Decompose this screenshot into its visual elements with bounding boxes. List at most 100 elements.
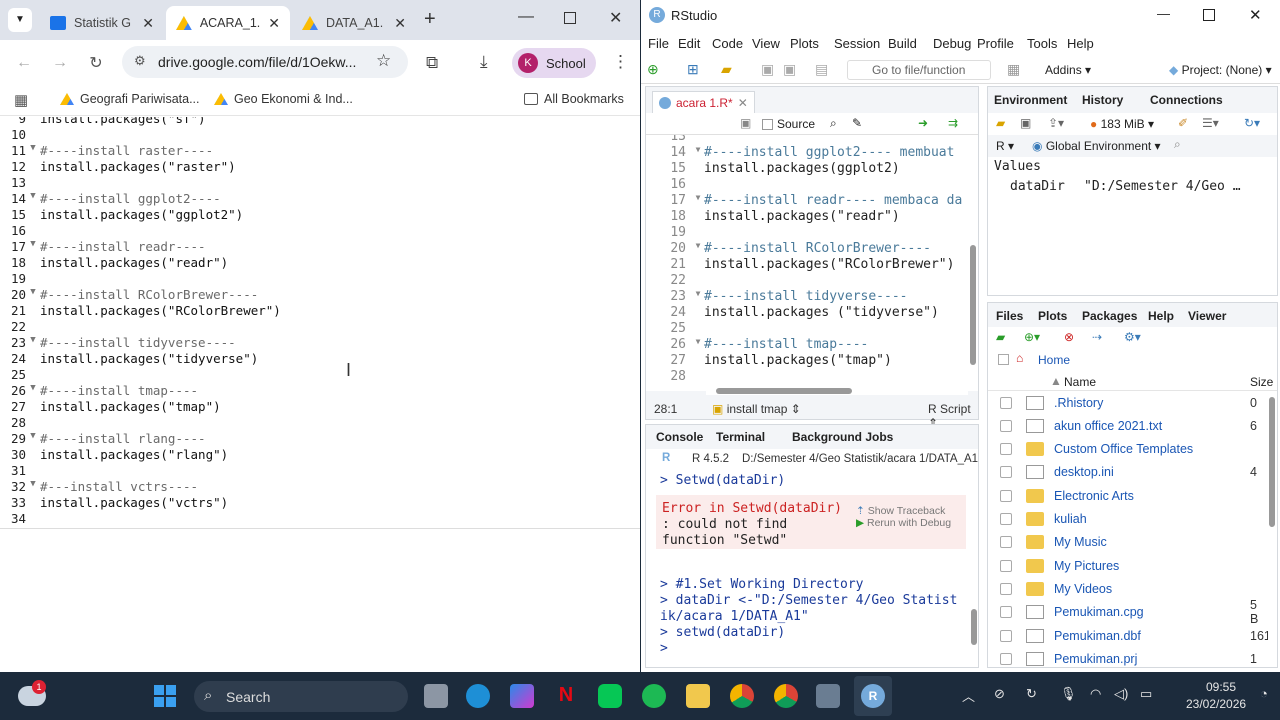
file-name[interactable]: My Music: [1054, 535, 1107, 549]
file-row[interactable]: Pemukiman.cpg 5 B: [988, 598, 1268, 626]
all-bookmarks[interactable]: All Bookmarks: [524, 92, 624, 106]
editor-line[interactable]: 14 ▼ #----install ggplot2---- membuat: [646, 145, 954, 161]
start-icon[interactable]: [154, 685, 176, 707]
editor-line[interactable]: 22: [646, 273, 704, 289]
site-info-icon[interactable]: ⚙: [134, 53, 146, 69]
editor-line[interactable]: 24 install.packages ("tidyverse"): [646, 305, 938, 321]
fold-icon[interactable]: [692, 257, 704, 273]
file-name[interactable]: desktop.ini: [1054, 465, 1114, 479]
spotify-icon[interactable]: [642, 684, 666, 708]
scroll-thumb[interactable]: [1269, 397, 1275, 527]
file-name[interactable]: Pemukiman.cpg: [1054, 605, 1144, 619]
file-name[interactable]: Custom Office Templates: [1054, 442, 1193, 456]
file-name[interactable]: Pemukiman.dbf: [1054, 629, 1141, 643]
file-checkbox[interactable]: [1000, 466, 1012, 479]
fold-icon[interactable]: ▼: [692, 241, 704, 257]
file-checkbox[interactable]: [1000, 489, 1012, 502]
menu-tools[interactable]: Tools: [1027, 36, 1057, 51]
file-name[interactable]: Pemukiman.prj: [1054, 652, 1137, 666]
line-icon[interactable]: [598, 684, 622, 708]
microphone-icon[interactable]: 🎙: [1060, 686, 1077, 702]
addins-menu[interactable]: Addins ▾: [1045, 63, 1091, 77]
editor-line[interactable]: 20 ▼ #----install RColorBrewer----: [646, 241, 931, 257]
tab-viewer[interactable]: Viewer: [1188, 309, 1240, 323]
forward-icon[interactable]: →: [48, 54, 72, 72]
tab-environment[interactable]: Environment: [994, 93, 1067, 107]
gear-icon[interactable]: ⚙▾: [1124, 330, 1141, 344]
scroll-thumb[interactable]: [971, 609, 977, 645]
save-all-icon[interactable]: ▣: [783, 61, 796, 78]
fold-icon[interactable]: [692, 305, 704, 321]
rename-icon[interactable]: ⇢: [1092, 330, 1102, 344]
file-row[interactable]: Custom Office Templates: [988, 438, 1268, 461]
new-project-icon[interactable]: ⊞: [687, 61, 699, 78]
folder-icon[interactable]: [686, 684, 710, 708]
broom-icon[interactable]: ✐: [1178, 116, 1188, 130]
file-checkbox[interactable]: [1000, 396, 1012, 409]
network-off-icon[interactable]: ⊘: [994, 686, 1005, 702]
file-name[interactable]: .Rhistory: [1054, 396, 1103, 410]
back-icon[interactable]: ←: [12, 54, 36, 72]
file-name[interactable]: akun office 2021.txt: [1054, 419, 1162, 433]
print-icon[interactable]: ▤: [815, 61, 828, 78]
tab-connections[interactable]: Connections: [1150, 93, 1223, 107]
close-icon[interactable]: ✕: [394, 15, 406, 32]
grid-layout-icon[interactable]: ▦: [1007, 61, 1020, 78]
close-icon[interactable]: ✕: [738, 96, 748, 110]
file-checkbox[interactable]: [1000, 559, 1012, 572]
rstudio-icon[interactable]: R: [861, 684, 885, 708]
chrome-icon[interactable]: [730, 684, 754, 708]
editor-line[interactable]: 28: [646, 369, 704, 385]
menu-code[interactable]: Code: [712, 36, 743, 51]
file-row[interactable]: My Pictures: [988, 554, 1268, 577]
apps-icon[interactable]: ▦: [14, 91, 28, 109]
load-icon[interactable]: ▰: [996, 116, 1005, 130]
col-name[interactable]: Name: [1064, 375, 1096, 389]
menu-build[interactable]: Build: [888, 36, 917, 51]
refresh-icon[interactable]: ↻▾: [1244, 116, 1260, 130]
address-bar[interactable]: ⚙ drive.google.com/file/d/1Oekw... ☆: [122, 46, 408, 78]
fold-icon[interactable]: [692, 273, 704, 289]
file-checkbox[interactable]: [1000, 629, 1012, 642]
tab-search-button[interactable]: ▼: [8, 8, 32, 32]
console-prompt[interactable]: >: [660, 641, 676, 656]
fold-icon[interactable]: [692, 177, 704, 193]
file-checkbox[interactable]: [1000, 606, 1012, 619]
language-select[interactable]: R ▾: [996, 139, 1014, 153]
search-icon[interactable]: ⌕: [1174, 137, 1181, 152]
var-value[interactable]: "D:/Semester 4/Geo …: [1084, 179, 1241, 194]
home-icon[interactable]: ⌂: [1016, 351, 1023, 365]
console-output[interactable]: > Setwd(dataDir) Error in Setwd(dataDir)…: [646, 469, 970, 665]
scroll-thumb[interactable]: [970, 245, 976, 365]
menu-file[interactable]: File: [648, 36, 669, 51]
delete-icon[interactable]: ⊗: [1064, 330, 1074, 344]
file-name[interactable]: My Videos: [1054, 582, 1112, 596]
list-view-icon[interactable]: ☰▾: [1202, 116, 1219, 130]
fold-icon[interactable]: [692, 369, 704, 385]
clock-time[interactable]: 09:55: [1206, 680, 1236, 694]
menu-edit[interactable]: Edit: [678, 36, 700, 51]
minimize-icon[interactable]: —: [1157, 6, 1170, 21]
close-window-icon[interactable]: ✕: [609, 8, 622, 28]
menu-debug[interactable]: Debug: [933, 36, 971, 51]
tab-console[interactable]: Console: [656, 430, 703, 444]
fold-icon[interactable]: [692, 209, 704, 225]
save-icon[interactable]: ▣: [1020, 116, 1031, 130]
fold-icon[interactable]: [692, 321, 704, 337]
maximize-icon[interactable]: [1203, 9, 1215, 21]
editor-line[interactable]: 26 ▼ #----install tmap----: [646, 337, 868, 353]
run-icon[interactable]: ➜: [918, 116, 928, 130]
new-tab-icon[interactable]: +: [424, 8, 436, 31]
editor-line[interactable]: 18 install.packages("readr"): [646, 209, 899, 225]
fold-icon[interactable]: ▼: [692, 337, 704, 353]
file-name[interactable]: kuliah: [1054, 512, 1087, 526]
file-checkbox[interactable]: [1000, 652, 1012, 665]
file-checkbox[interactable]: [1000, 582, 1012, 595]
profile-button[interactable]: K School: [512, 48, 596, 78]
file-explorer-multitask-icon[interactable]: [424, 684, 448, 708]
project-menu[interactable]: ◆ Project: (None) ▾: [1169, 63, 1272, 77]
close-icon[interactable]: ✕: [142, 15, 154, 32]
files-scrollbar[interactable]: [1268, 391, 1277, 667]
sync-icon[interactable]: ↻: [1026, 686, 1037, 702]
show-traceback-button[interactable]: ⇡ Show Traceback: [856, 505, 945, 517]
